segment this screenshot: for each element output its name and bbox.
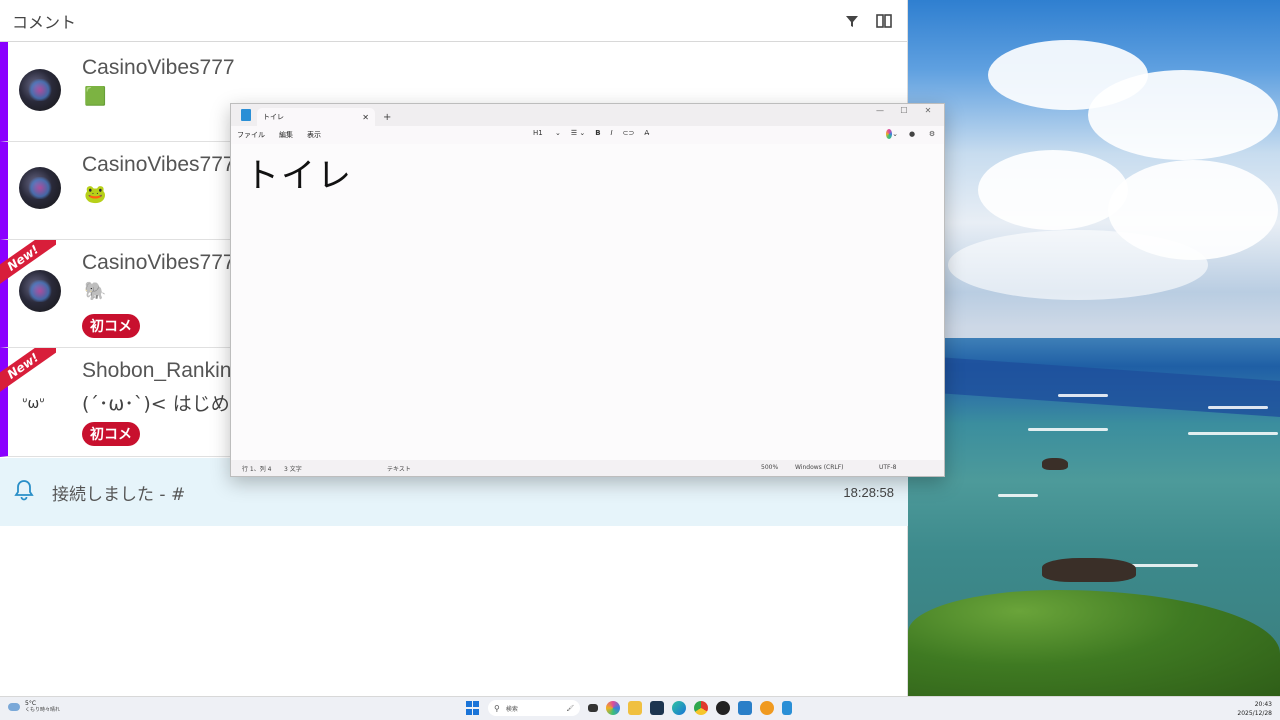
- comment-author: Shobon_Rankin: [82, 359, 232, 382]
- clock-time: 20:43: [1254, 701, 1272, 708]
- clear-format-icon[interactable]: A̶: [644, 129, 649, 137]
- window-controls: — ☐ ✕: [868, 106, 940, 115]
- weather-condition: くもり時々晴れ: [25, 707, 61, 713]
- notepad-menubar: ファイル 編集 表示 H1 ⌄ ☰ ⌄ B I ⊂⊃ A̶ ⌄ ● ⚙: [231, 126, 944, 144]
- close-icon[interactable]: ✕: [916, 106, 940, 115]
- edge-icon[interactable]: [672, 701, 686, 715]
- taskbar-clock[interactable]: 20:43 2025/12/28: [1237, 700, 1272, 718]
- status-encoding[interactable]: UTF-8: [879, 464, 897, 471]
- new-tab-icon[interactable]: +: [383, 112, 391, 123]
- taskbar-apps: ⚲ 検索 🖌: [466, 700, 800, 716]
- avatar: [19, 270, 61, 312]
- search-highlight-icon: 🖌: [566, 704, 574, 712]
- notice-text: 接続しました - #: [52, 484, 186, 505]
- comment-emoji: 🐸: [84, 184, 107, 205]
- weather-widget[interactable]: 5°C くもり時々晴れ: [8, 700, 60, 714]
- taskbar: 5°C くもり時々晴れ ⚲ 検索 🖌 20:43 2025/12/28: [0, 696, 1280, 720]
- settings-icon[interactable]: ⚙: [926, 128, 938, 140]
- comment-emoji: 🟩: [84, 86, 107, 107]
- desktop-wallpaper: [908, 0, 1280, 696]
- weather-temp: 5°C: [25, 700, 37, 707]
- first-comment-badge: 初コメ: [82, 422, 140, 446]
- first-comment-badge: 初コメ: [82, 314, 140, 338]
- comment-message: (´･ω･`)< はじめ: [82, 393, 230, 415]
- status-chars: 3 文字: [284, 466, 302, 473]
- app-icon-blue[interactable]: [738, 701, 752, 715]
- comment-emoji: 🐘: [84, 281, 107, 302]
- comment-panel-title: コメント: [12, 12, 77, 32]
- comment-header: コメント: [0, 0, 907, 42]
- menu-file[interactable]: ファイル: [237, 130, 265, 140]
- tab-close-icon[interactable]: ✕: [362, 113, 369, 122]
- notepad-window: トイレ ✕ + — ☐ ✕ ファイル 編集 表示 H1 ⌄ ☰ ⌄ B I ⊂⊃…: [230, 103, 945, 477]
- search-placeholder: 検索: [505, 705, 518, 713]
- bold-button[interactable]: B: [595, 129, 600, 137]
- menu-view[interactable]: 表示: [307, 130, 321, 140]
- link-icon[interactable]: ⊂⊃: [623, 129, 635, 137]
- notepad-app-icon: [241, 109, 251, 121]
- terminal-icon[interactable]: [650, 701, 664, 715]
- filter-icon[interactable]: [841, 10, 863, 32]
- notepad-taskbar-icon[interactable]: [782, 701, 792, 715]
- editor-heading: トイレ: [245, 156, 353, 196]
- italic-button[interactable]: I: [611, 129, 613, 137]
- app-icon-orange[interactable]: [760, 701, 774, 715]
- comment-author: CasinoVibes777: [82, 56, 235, 79]
- notepad-right-tools: ⌄ ● ⚙: [878, 128, 938, 140]
- avatar: [19, 167, 61, 209]
- comment-author: CasinoVibes777: [82, 153, 235, 176]
- notepad-editor[interactable]: トイレ: [231, 144, 944, 460]
- chrome-icon[interactable]: [694, 701, 708, 715]
- minimize-icon[interactable]: —: [868, 106, 892, 115]
- format-toolbar: H1 ⌄ ☰ ⌄ B I ⊂⊃ A̶: [533, 129, 659, 137]
- maximize-icon[interactable]: ☐: [892, 106, 916, 115]
- comment-author: CasinoVibes777: [82, 251, 235, 274]
- taskbar-search[interactable]: ⚲ 検索 🖌: [488, 700, 580, 716]
- list-dropdown-icon[interactable]: ☰ ⌄: [571, 129, 585, 137]
- search-icon: ⚲: [494, 703, 500, 713]
- status-zoom[interactable]: 500%: [761, 464, 778, 471]
- start-icon[interactable]: [466, 701, 480, 715]
- task-view-icon[interactable]: [588, 704, 598, 712]
- avatar: [19, 69, 61, 111]
- menu-edit[interactable]: 編集: [279, 130, 293, 140]
- notice-time: 18:28:58: [843, 484, 894, 500]
- status-line-ending[interactable]: Windows (CRLF): [795, 464, 844, 471]
- heading-dropdown[interactable]: H1 ⌄: [533, 129, 561, 137]
- account-icon[interactable]: ●: [906, 128, 918, 140]
- tab-label: トイレ: [263, 113, 284, 121]
- columns-icon[interactable]: [873, 10, 895, 32]
- file-explorer-icon[interactable]: [628, 701, 642, 715]
- status-mode[interactable]: テキスト: [387, 464, 411, 473]
- bell-icon: [14, 479, 34, 505]
- tab-toilet[interactable]: トイレ ✕: [257, 108, 375, 126]
- weather-cloud-icon: [8, 703, 20, 711]
- kaomoji-avatar: ᐡωᐡ: [22, 396, 45, 412]
- notepad-statusbar: 行 1、列 4 3 文字 テキスト 500% Windows (CRLF) UT…: [231, 460, 944, 476]
- copilot-app-icon[interactable]: [606, 701, 620, 715]
- clock-date: 2025/12/28: [1237, 710, 1272, 717]
- app-icon-dark[interactable]: [716, 701, 730, 715]
- status-position: 行 1、列 4: [242, 466, 272, 473]
- copilot-icon[interactable]: ⌄: [886, 128, 898, 140]
- notepad-titlebar: トイレ ✕ + — ☐ ✕: [231, 104, 944, 126]
